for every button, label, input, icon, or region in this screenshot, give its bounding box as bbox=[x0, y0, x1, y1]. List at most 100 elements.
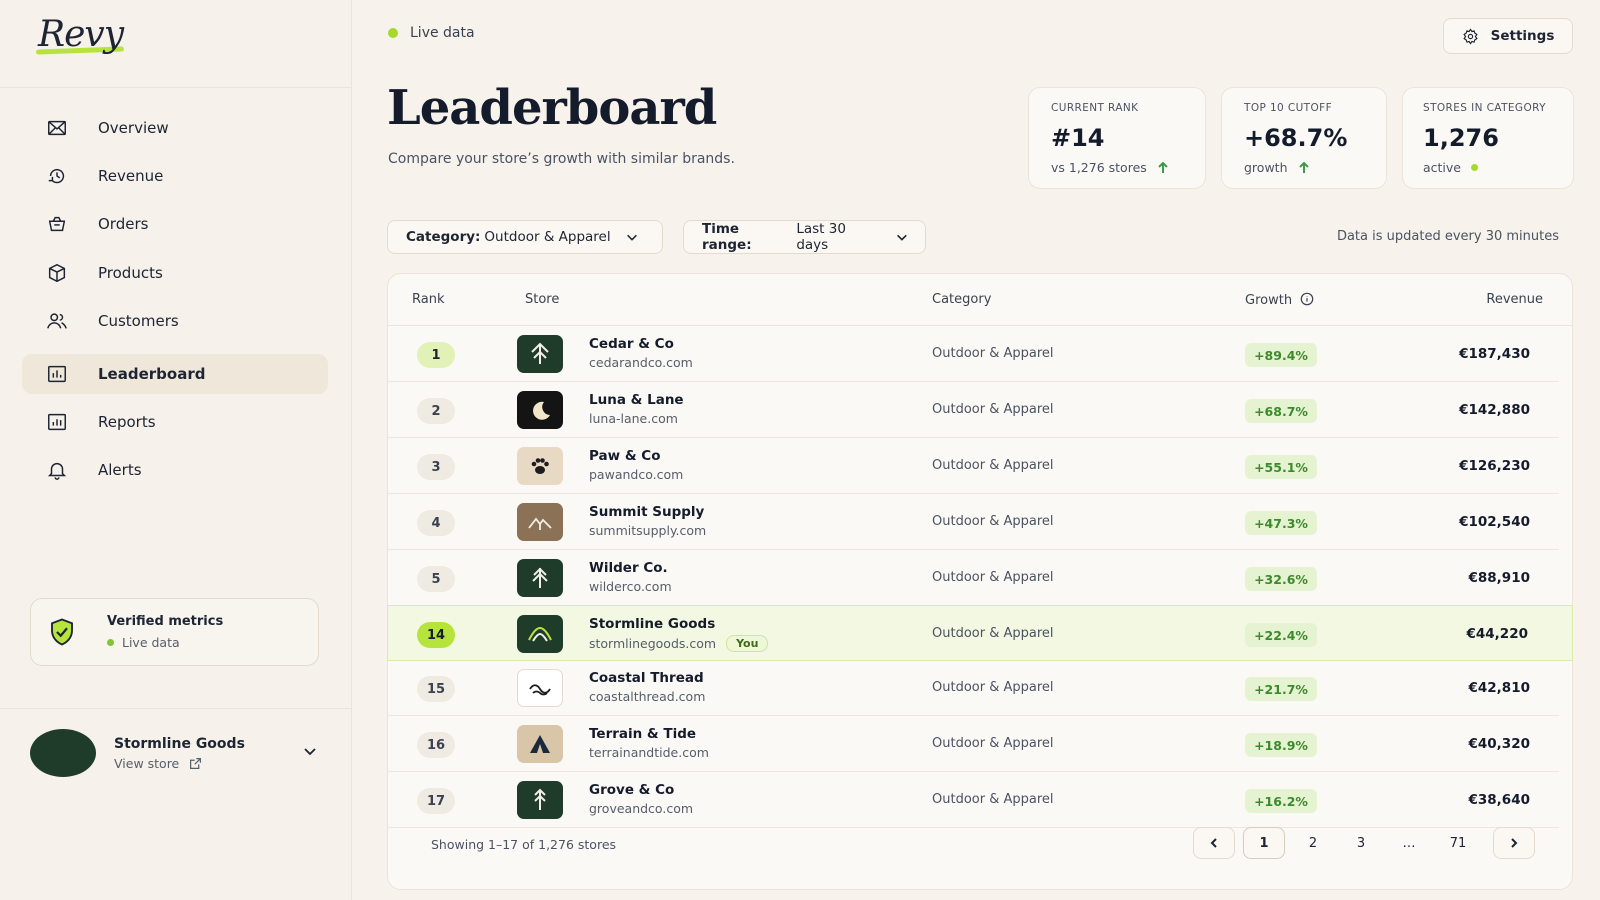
store-name[interactable]: Coastal Thread bbox=[589, 670, 704, 686]
table-row[interactable]: 2 Luna & Lane luna-lane.com Outdoor & Ap… bbox=[388, 382, 1559, 438]
view-store-link[interactable]: View store bbox=[114, 756, 302, 771]
page-subtitle: Compare your store’s growth with similar… bbox=[388, 151, 735, 167]
live-dot bbox=[388, 28, 398, 38]
nav-item-leaderboard[interactable]: Leaderboard bbox=[22, 354, 328, 394]
store-category: Outdoor & Apparel bbox=[932, 346, 1054, 361]
store-name[interactable]: Luna & Lane bbox=[589, 392, 684, 408]
nav-label: Orders bbox=[98, 215, 149, 233]
sidebar: Revy Overview Revenue Orders Products Cu… bbox=[0, 0, 352, 900]
growth-badge: +22.4% bbox=[1245, 623, 1317, 647]
store-category: Outdoor & Apparel bbox=[932, 680, 1054, 695]
table-row[interactable]: 1 Cedar & Co cedarandco.com Outdoor & Ap… bbox=[388, 326, 1559, 382]
store-name[interactable]: Stormline Goods bbox=[589, 616, 715, 632]
nav-item-orders[interactable]: Orders bbox=[22, 204, 328, 244]
next-page-button[interactable] bbox=[1493, 827, 1535, 859]
time-range-filter[interactable]: Time range: Last 30 days bbox=[683, 220, 926, 254]
category-filter[interactable]: Category: Outdoor & Apparel bbox=[387, 220, 663, 254]
store-category: Outdoor & Apparel bbox=[932, 736, 1054, 751]
store-domain[interactable]: terrainandtide.com bbox=[589, 745, 709, 760]
store-domain[interactable]: wilderco.com bbox=[589, 579, 672, 594]
prev-page-button[interactable] bbox=[1193, 827, 1235, 859]
kpi-value: 1,276 bbox=[1423, 124, 1499, 152]
pagination-ellipsis: … bbox=[1402, 835, 1416, 851]
leaderboard-table: Rank Store Category Growth Revenue 1 Ced… bbox=[387, 273, 1573, 890]
nav-item-alerts[interactable]: Alerts bbox=[22, 450, 328, 490]
store-domain[interactable]: summitsupply.com bbox=[589, 523, 706, 538]
growth-badge: +18.9% bbox=[1245, 733, 1317, 757]
nav-item-customers[interactable]: Customers bbox=[22, 301, 328, 341]
chevron-down-icon[interactable] bbox=[302, 743, 322, 763]
revenue-icon bbox=[44, 163, 70, 189]
store-domain[interactable]: cedarandco.com bbox=[589, 355, 693, 370]
brand-logo-text: Revy bbox=[38, 14, 124, 55]
live-data-text: Live data bbox=[410, 25, 475, 41]
table-row-current-store[interactable]: 14 Stormline Goods stormlinegoods.com Yo… bbox=[387, 605, 1573, 661]
basket-icon bbox=[44, 211, 70, 237]
store-category: Outdoor & Apparel bbox=[932, 792, 1054, 807]
store-name[interactable]: Grove & Co bbox=[589, 782, 674, 798]
table-row[interactable]: 17 Grove & Co groveandco.com Outdoor & A… bbox=[388, 772, 1559, 828]
store-category: Outdoor & Apparel bbox=[932, 514, 1054, 529]
pagination-summary: Showing 1–17 of 1,276 stores bbox=[431, 837, 617, 852]
store-name[interactable]: Cedar & Co bbox=[589, 336, 674, 352]
active-dot bbox=[1471, 164, 1478, 171]
header-revenue[interactable]: Revenue bbox=[1486, 292, 1543, 307]
moon-icon bbox=[517, 391, 563, 429]
table-row[interactable]: 5 Wilder Co. wilderco.com Outdoor & Appa… bbox=[388, 550, 1559, 606]
account-switcher[interactable]: Stormline Goods View store bbox=[30, 728, 322, 778]
page-button-71[interactable]: 71 bbox=[1443, 827, 1473, 859]
table-row[interactable]: 4 Summit Supply summitsupply.com Outdoor… bbox=[388, 494, 1559, 550]
table-row[interactable]: 3 Paw & Co pawandco.com Outdoor & Appare… bbox=[388, 438, 1559, 494]
table-header: Rank Store Category Growth Revenue bbox=[388, 274, 1572, 326]
kpi-sub: vs 1,276 stores bbox=[1051, 160, 1205, 175]
time-range-value: Last 30 days bbox=[796, 221, 846, 253]
growth-badge: +21.7% bbox=[1245, 677, 1317, 701]
nav-label: Overview bbox=[98, 119, 169, 137]
store-domain[interactable]: stormlinegoods.com You bbox=[589, 635, 769, 652]
header-rank[interactable]: Rank bbox=[412, 292, 444, 307]
store-domain[interactable]: coastalthread.com bbox=[589, 689, 705, 704]
rank-badge: 3 bbox=[417, 454, 455, 480]
store-name[interactable]: Summit Supply bbox=[589, 504, 704, 520]
rank-badge: 16 bbox=[417, 732, 455, 758]
store-category: Outdoor & Apparel bbox=[932, 458, 1054, 473]
kpi-sub: growth bbox=[1244, 160, 1386, 175]
header-category[interactable]: Category bbox=[932, 292, 991, 307]
brand-logo[interactable]: Revy bbox=[35, 14, 124, 55]
page-button-3[interactable]: 3 bbox=[1346, 827, 1376, 859]
store-revenue: €88,910 bbox=[1468, 570, 1531, 586]
header-store[interactable]: Store bbox=[525, 292, 559, 307]
store-name[interactable]: Wilder Co. bbox=[589, 560, 668, 576]
avatar bbox=[30, 729, 96, 777]
nav-item-reports[interactable]: Reports bbox=[22, 402, 328, 442]
external-link-icon bbox=[190, 757, 202, 769]
header-growth[interactable]: Growth bbox=[1245, 292, 1314, 308]
nav-item-revenue[interactable]: Revenue bbox=[22, 156, 328, 196]
page-button-2[interactable]: 2 bbox=[1298, 827, 1328, 859]
you-badge: You bbox=[726, 635, 769, 652]
store-name[interactable]: Terrain & Tide bbox=[589, 726, 696, 742]
store-domain[interactable]: luna-lane.com bbox=[589, 411, 678, 426]
store-domain[interactable]: groveandco.com bbox=[589, 801, 693, 816]
page-button-1[interactable]: 1 bbox=[1243, 827, 1285, 859]
store-name[interactable]: Paw & Co bbox=[589, 448, 660, 464]
nav-item-overview[interactable]: Overview bbox=[22, 108, 328, 148]
store-revenue: €42,810 bbox=[1468, 680, 1531, 696]
growth-badge: +47.3% bbox=[1245, 511, 1317, 535]
store-revenue: €38,640 bbox=[1468, 792, 1531, 808]
shield-icon bbox=[47, 616, 77, 648]
kpi-sub-text: vs 1,276 stores bbox=[1051, 160, 1147, 175]
page-title: Leaderboard bbox=[387, 80, 717, 136]
store-revenue: €40,320 bbox=[1468, 736, 1531, 752]
settings-button[interactable]: Settings bbox=[1443, 18, 1573, 54]
growth-badge: +89.4% bbox=[1245, 343, 1317, 367]
pine-icon bbox=[517, 559, 563, 597]
nav-item-products[interactable]: Products bbox=[22, 253, 328, 293]
table-row[interactable]: 15 Coastal Thread coastalthread.com Outd… bbox=[388, 660, 1559, 716]
kpi-current-rank: Current rank #14 vs 1,276 stores bbox=[1028, 87, 1206, 189]
store-domain[interactable]: pawandco.com bbox=[589, 467, 683, 482]
arrow-up-icon bbox=[1298, 161, 1309, 173]
store-category: Outdoor & Apparel bbox=[932, 570, 1054, 585]
info-icon[interactable] bbox=[1300, 292, 1314, 306]
table-row[interactable]: 16 Terrain & Tide terrainandtide.com Out… bbox=[388, 716, 1559, 772]
